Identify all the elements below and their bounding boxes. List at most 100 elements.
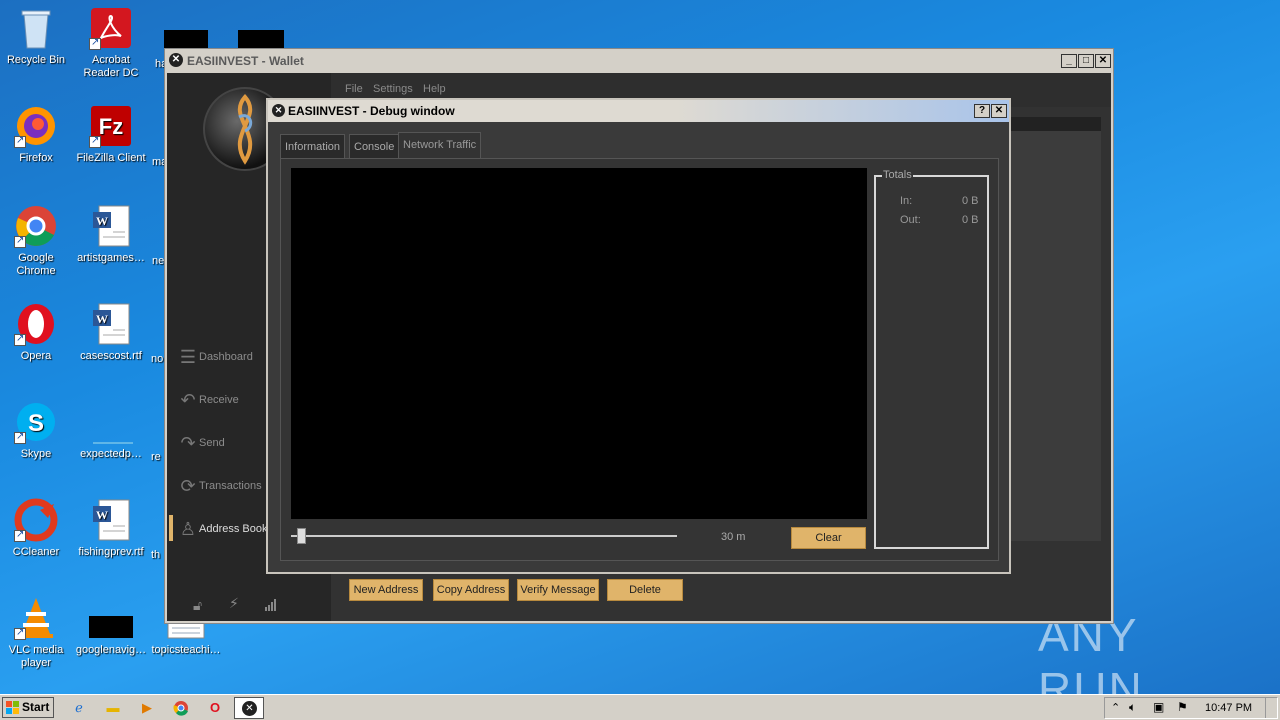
debug-title: EASIINVEST - Debug window	[288, 104, 455, 118]
start-button[interactable]: Start	[2, 697, 54, 718]
slider-track[interactable]	[291, 535, 677, 537]
traffic-graph	[291, 168, 867, 519]
nav-transactions[interactable]: ⟳ Transactions	[177, 474, 262, 498]
lock-icon[interactable]: 🔓︎	[193, 597, 202, 614]
nav-label: Transactions	[199, 480, 262, 492]
partial-label: re	[151, 451, 161, 463]
icon-label: artistgames…	[77, 252, 145, 264]
nav-label: Dashboard	[199, 351, 253, 363]
tab-console[interactable]: Console	[349, 134, 400, 158]
totals-out-value: 0 B	[962, 214, 979, 226]
table-header	[1011, 117, 1101, 131]
ie-icon[interactable]: ℯ	[68, 698, 90, 718]
nav-address-book[interactable]: ♙ Address Book	[177, 517, 268, 541]
chrome-icon	[14, 204, 58, 248]
word-document-icon: W	[89, 204, 133, 248]
delete-button[interactable]: Delete	[607, 579, 683, 601]
svg-text:W: W	[96, 312, 108, 326]
menu-settings[interactable]: Settings	[373, 83, 413, 95]
signal-icon[interactable]	[265, 599, 277, 611]
help-button[interactable]: ?	[974, 104, 990, 118]
icon-label: Opera	[20, 350, 52, 362]
desktop-icon-casescost[interactable]: W casescost.rtf	[75, 302, 147, 363]
desktop-icon-opera[interactable]: Opera	[0, 302, 72, 363]
action-center-icon[interactable]: ⚑	[1177, 700, 1188, 714]
svg-text:Fz: Fz	[99, 114, 123, 139]
wallet-title: EASIINVEST - Wallet	[187, 54, 304, 68]
maximize-button[interactable]: □	[1078, 54, 1094, 68]
nav-receive[interactable]: ↶ Receive	[177, 388, 238, 412]
opera-icon	[14, 302, 58, 346]
new-address-button[interactable]: New Address	[349, 579, 423, 601]
file-icon	[89, 596, 133, 640]
totals-group: Totals In: 0 B Out: 0 B	[874, 169, 989, 549]
skype-icon: S	[14, 400, 58, 444]
desktop-icon-artistgames[interactable]: W artistgames…	[75, 204, 147, 265]
active-indicator	[169, 515, 173, 541]
icon-label: Google Chrome	[16, 252, 56, 277]
network-icon[interactable]: ▣	[1153, 700, 1164, 714]
show-desktop-button[interactable]	[1265, 698, 1277, 718]
hidden-icon[interactable]	[164, 30, 208, 48]
close-button[interactable]: ✕	[1095, 54, 1111, 68]
desktop-icon-chrome[interactable]: Google Chrome	[0, 204, 72, 278]
opera-icon[interactable]: O	[204, 698, 226, 718]
lightning-icon[interactable]: ⚡︎	[229, 595, 239, 612]
chrome-icon[interactable]	[170, 698, 192, 718]
show-hidden-icons[interactable]: ⌃	[1111, 701, 1120, 714]
taskbar-wallet-app[interactable]: ✕	[234, 697, 264, 719]
partial-label: th	[151, 549, 161, 561]
clock[interactable]: 10:47 PM	[1205, 702, 1252, 714]
taskbar: Start ℯ ▬ ▶ O ✕ ⌃ 🔈︎ ▣ ⚑ 10:47 PM	[0, 694, 1280, 720]
menu-file[interactable]: File	[345, 83, 363, 95]
ccleaner-icon	[14, 498, 58, 542]
desktop-icon-fishingprev[interactable]: W fishingprev.rtf	[75, 498, 147, 559]
volume-icon[interactable]: 🔈︎	[1129, 700, 1136, 715]
dashboard-icon: ☰	[179, 347, 197, 368]
start-label: Start	[22, 700, 50, 714]
desktop-icon-skype[interactable]: S Skype	[0, 400, 72, 461]
desktop-icon-filezilla[interactable]: Fz FileZilla Client	[75, 104, 147, 165]
word-document-icon: W	[89, 302, 133, 346]
close-button[interactable]: ✕	[991, 104, 1007, 118]
system-tray: ⌃ 🔈︎ ▣ ⚑ 10:47 PM	[1104, 697, 1278, 719]
address-table[interactable]	[1011, 131, 1101, 541]
desktop-icon-expectedp[interactable]: expectedp…	[75, 400, 147, 461]
icon-label: Recycle Bin	[6, 54, 66, 66]
nav-send[interactable]: ↷ Send	[177, 431, 224, 455]
wallet-titlebar[interactable]: ✕ EASIINVEST - Wallet _ □ ✕	[165, 49, 1113, 73]
desktop-icon-ccleaner[interactable]: CCleaner	[0, 498, 72, 559]
desktop-icon-recycle-bin[interactable]: Recycle Bin	[0, 6, 72, 67]
totals-in-value: 0 B	[962, 195, 979, 207]
icon-label: casescost.rtf	[80, 350, 142, 362]
media-player-icon[interactable]: ▶	[136, 698, 158, 718]
app-logo-icon: ✕	[169, 53, 183, 67]
transactions-icon: ⟳	[180, 476, 196, 497]
explorer-icon[interactable]: ▬	[102, 698, 124, 718]
hidden-icon[interactable]	[238, 30, 284, 48]
icon-label: VLC media player	[8, 644, 64, 669]
firefox-icon	[14, 104, 58, 148]
totals-title: Totals	[882, 169, 913, 181]
slider-thumb[interactable]	[297, 528, 306, 544]
verify-message-button[interactable]: Verify Message	[517, 579, 599, 601]
nav-dashboard[interactable]: ☰ Dashboard	[177, 345, 253, 369]
debug-titlebar[interactable]: ✕ EASIINVEST - Debug window ? ✕	[268, 100, 1009, 122]
minimize-button[interactable]: _	[1061, 54, 1077, 68]
desktop-icon-googlenavig[interactable]: googlenavig…	[75, 596, 147, 657]
desktop-icon-firefox[interactable]: Firefox	[0, 104, 72, 165]
icon-label: CCleaner	[12, 546, 60, 558]
desktop-icon-acrobat[interactable]: Acrobat Reader DC	[75, 6, 147, 80]
copy-address-button[interactable]: Copy Address	[433, 579, 509, 601]
icon-label: googlenavig…	[75, 644, 147, 656]
menu-help[interactable]: Help	[423, 83, 446, 95]
tab-information[interactable]: Information	[280, 134, 346, 158]
vlc-icon	[14, 596, 58, 640]
svg-text:S: S	[28, 410, 44, 437]
filezilla-icon: Fz	[89, 104, 133, 148]
tab-network-traffic[interactable]: Network Traffic	[398, 132, 482, 158]
clear-button[interactable]: Clear	[791, 527, 866, 549]
network-traffic-panel: 30 m Clear Totals In: 0 B Out: 0 B	[280, 158, 999, 561]
acrobat-icon	[89, 6, 133, 50]
desktop-icon-vlc[interactable]: VLC media player	[0, 596, 72, 670]
